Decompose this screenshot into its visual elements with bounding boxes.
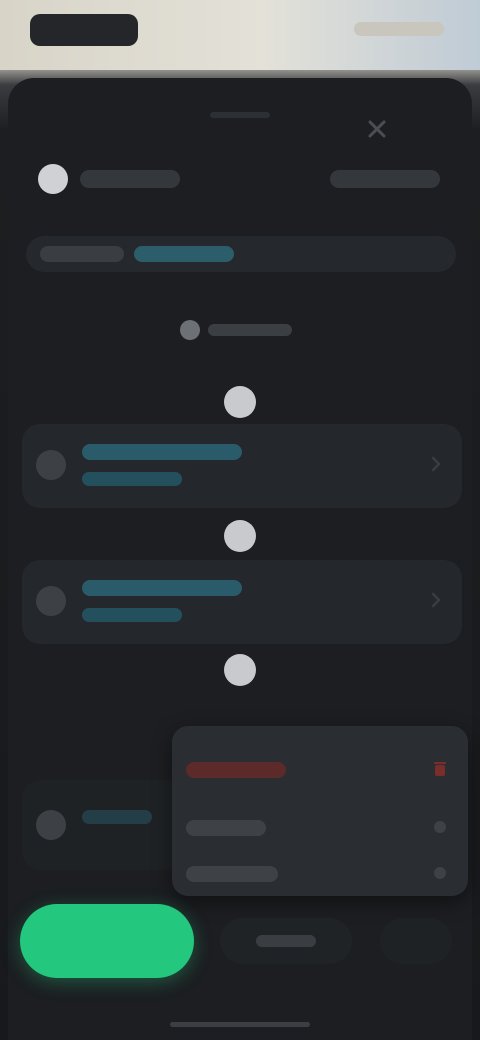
circle-icon	[36, 810, 66, 840]
card-title	[82, 810, 152, 824]
status-time	[30, 14, 138, 46]
step-connector	[224, 654, 256, 686]
summary-label	[40, 246, 124, 262]
status-bar	[0, 0, 480, 70]
circle-icon	[180, 320, 200, 340]
bottom-action-bar	[0, 890, 480, 1000]
card-subtitle	[82, 472, 182, 486]
circle-icon	[36, 450, 66, 480]
header-action-button[interactable]	[330, 170, 440, 188]
list-card-2[interactable]	[22, 560, 462, 644]
circle-icon	[36, 586, 66, 616]
avatar[interactable]	[38, 164, 68, 194]
home-indicator[interactable]	[170, 1022, 310, 1027]
secondary-button-label	[256, 935, 316, 947]
status-indicators	[354, 22, 444, 36]
app-screen	[0, 0, 480, 1040]
close-icon[interactable]	[364, 116, 390, 142]
chevron-right-icon	[431, 456, 441, 472]
menu-item-icon	[434, 867, 446, 879]
menu-item-label	[186, 866, 278, 882]
card-title	[82, 580, 242, 596]
header-title	[80, 170, 180, 188]
primary-action-button[interactable]	[20, 904, 194, 978]
section-title	[208, 324, 292, 336]
summary-bar[interactable]	[26, 236, 456, 272]
menu-item-destructive[interactable]	[172, 746, 468, 792]
menu-item-icon	[434, 821, 446, 833]
menu-item-label	[186, 820, 266, 836]
section-label	[180, 316, 300, 344]
chevron-right-icon	[431, 592, 441, 608]
menu-item[interactable]	[172, 804, 468, 850]
context-menu	[172, 726, 468, 896]
secondary-action-button[interactable]	[220, 918, 352, 964]
card-title	[82, 444, 242, 460]
list-card-1[interactable]	[22, 424, 462, 508]
header-row	[30, 160, 450, 200]
more-button[interactable]	[380, 918, 452, 964]
step-connector	[224, 520, 256, 552]
delete-icon	[434, 762, 446, 776]
list-card-3[interactable]	[22, 780, 182, 870]
menu-item-label	[186, 762, 286, 778]
sheet-grabber[interactable]	[210, 112, 270, 118]
card-subtitle	[82, 608, 182, 622]
step-connector	[224, 386, 256, 418]
summary-link[interactable]	[134, 246, 234, 262]
